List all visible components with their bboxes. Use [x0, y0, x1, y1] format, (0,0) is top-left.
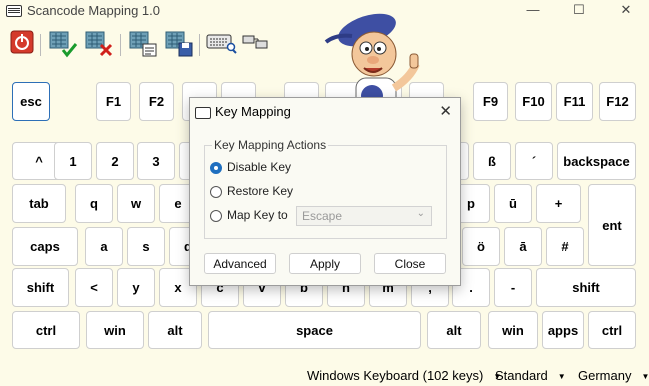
- maximize-button[interactable]: ☐: [556, 0, 602, 22]
- key[interactable]: F9: [473, 82, 508, 121]
- keyboard-type-select[interactable]: Windows Keyboard (102 keys) ▼: [307, 368, 501, 383]
- keyboard-app-icon: [6, 5, 22, 17]
- chevron-down-icon: ⌄: [416, 208, 425, 219]
- key[interactable]: w: [117, 184, 155, 223]
- radio-unselected-icon: [210, 209, 222, 222]
- toolbar: [0, 30, 300, 62]
- key[interactable]: F10: [515, 82, 552, 121]
- import-icon[interactable]: [128, 30, 157, 58]
- key[interactable]: ö: [462, 227, 500, 266]
- key[interactable]: alt: [148, 311, 202, 349]
- key[interactable]: shift: [536, 268, 636, 307]
- dialog-close-button[interactable]: ✕: [439, 102, 452, 120]
- apply-mapping-icon[interactable]: [48, 30, 78, 58]
- key[interactable]: ß: [473, 142, 511, 180]
- window-title: Scancode Mapping 1.0: [27, 3, 160, 18]
- layout-select[interactable]: Standard ▼: [495, 368, 566, 383]
- map-key-select[interactable]: Escape ⌄: [296, 206, 432, 226]
- key[interactable]: win: [488, 311, 538, 349]
- key[interactable]: 3: [137, 142, 175, 180]
- language-select[interactable]: Germany ▼: [578, 368, 649, 383]
- key[interactable]: a: [85, 227, 123, 266]
- keyboard-icon: [195, 107, 211, 119]
- power-icon[interactable]: [10, 30, 38, 58]
- key[interactable]: F1: [96, 82, 131, 121]
- dropdown-arrow-icon: ▼: [557, 372, 566, 382]
- key[interactable]: ctrl: [588, 311, 636, 349]
- key[interactable]: y: [117, 268, 155, 307]
- key[interactable]: shift: [12, 268, 69, 307]
- key[interactable]: tab: [12, 184, 66, 223]
- key[interactable]: ū: [494, 184, 532, 223]
- key[interactable]: ā: [504, 227, 542, 266]
- toolbar-separator: [199, 34, 200, 56]
- key[interactable]: F11: [556, 82, 593, 121]
- key-mapping-dialog: Key Mapping ✕ Key Mapping Actions Disabl…: [189, 97, 461, 286]
- status-bar: Windows Keyboard (102 keys) ▼ Standard ▼ G…: [0, 366, 649, 386]
- radio-disable-key[interactable]: Disable Key: [210, 160, 291, 174]
- radio-selected-icon: [210, 161, 222, 174]
- key[interactable]: 2: [96, 142, 134, 180]
- minimize-button[interactable]: —: [510, 0, 556, 22]
- radio-label: Map Key to: [227, 208, 288, 222]
- close-dialog-button[interactable]: Close: [374, 253, 446, 274]
- remove-mapping-icon[interactable]: [84, 30, 113, 58]
- key[interactable]: esc: [12, 82, 50, 121]
- group-label: Key Mapping Actions: [212, 138, 329, 152]
- language-value: Germany: [578, 368, 632, 383]
- key[interactable]: ent: [588, 184, 636, 266]
- key[interactable]: 1: [54, 142, 92, 180]
- key[interactable]: -: [494, 268, 532, 307]
- key[interactable]: #: [546, 227, 584, 266]
- map-key-value: Escape: [302, 209, 343, 223]
- key[interactable]: backspace: [557, 142, 636, 180]
- radio-label: Restore Key: [227, 184, 294, 198]
- key[interactable]: F12: [599, 82, 636, 121]
- key[interactable]: space: [208, 311, 421, 349]
- key[interactable]: win: [86, 311, 144, 349]
- key[interactable]: s: [127, 227, 165, 266]
- key[interactable]: apps: [542, 311, 584, 349]
- key[interactable]: ctrl: [12, 311, 80, 349]
- key[interactable]: q: [75, 184, 113, 223]
- dialog-title: Key Mapping: [215, 104, 291, 119]
- toolbar-separator: [40, 34, 41, 56]
- key[interactable]: F2: [139, 82, 174, 121]
- radio-map-key-to[interactable]: Map Key to: [210, 208, 288, 222]
- key[interactable]: +: [536, 184, 581, 223]
- radio-restore-key[interactable]: Restore Key: [210, 184, 293, 198]
- apply-button[interactable]: Apply: [289, 253, 361, 274]
- keyboard-type-value: Windows Keyboard (102 keys): [307, 368, 484, 383]
- keyboard-link-icon[interactable]: [242, 30, 270, 58]
- radio-label: Disable Key: [227, 160, 292, 174]
- key[interactable]: alt: [427, 311, 481, 349]
- key[interactable]: ´: [515, 142, 553, 180]
- key[interactable]: caps: [12, 227, 78, 266]
- save-icon[interactable]: [164, 30, 193, 58]
- advanced-button[interactable]: Advanced: [204, 253, 276, 274]
- layout-value: Standard: [495, 368, 548, 383]
- key[interactable]: <: [75, 268, 113, 307]
- dropdown-arrow-icon: ▼: [641, 372, 649, 382]
- keyboard-search-icon[interactable]: [206, 30, 237, 58]
- toolbar-separator: [120, 34, 121, 56]
- radio-unselected-icon: [210, 185, 222, 198]
- close-button[interactable]: ✕: [603, 0, 649, 22]
